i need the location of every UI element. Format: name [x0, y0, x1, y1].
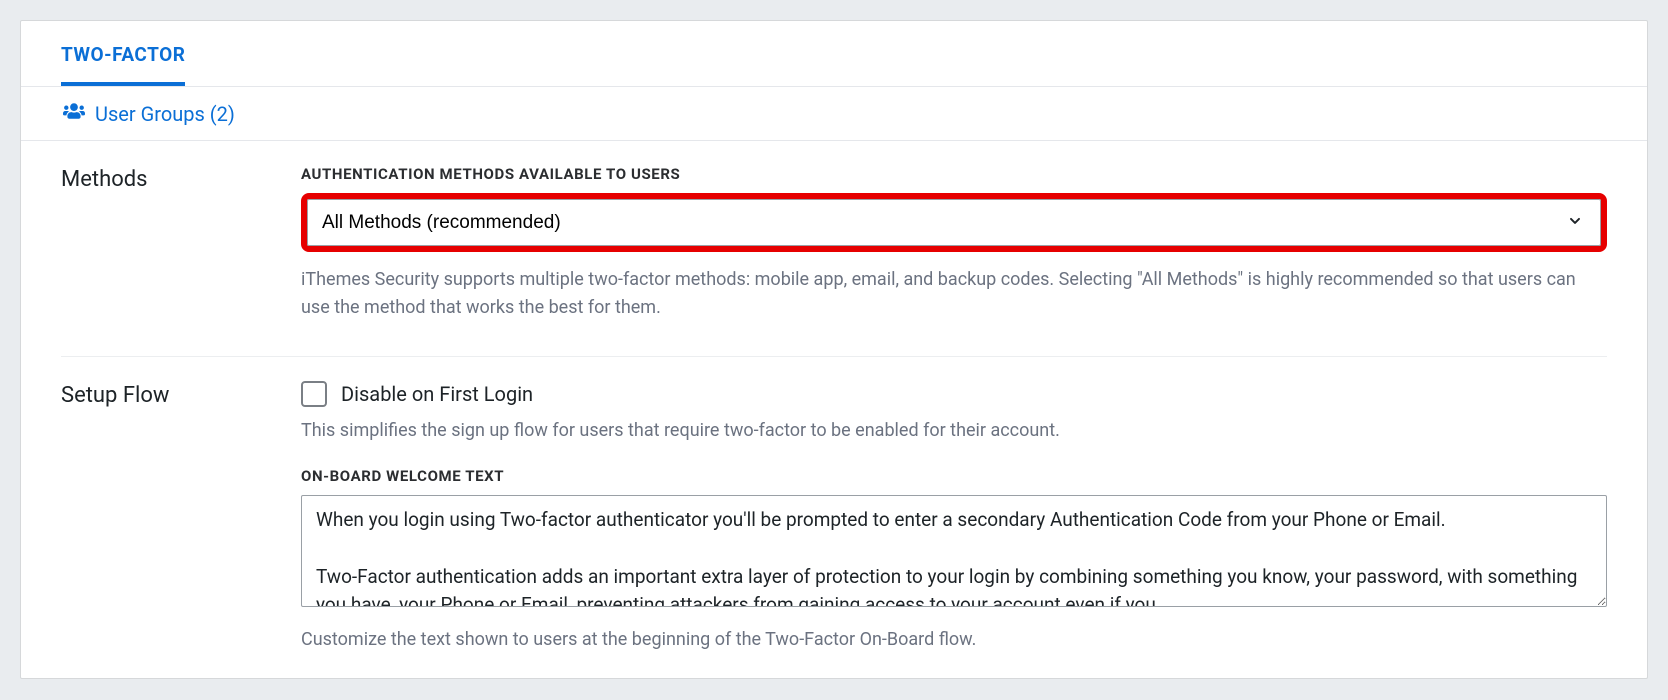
auth-methods-help: iThemes Security supports multiple two-f…: [301, 266, 1607, 322]
section-title-setup-flow: Setup Flow: [61, 381, 301, 654]
section-setup-flow: Setup Flow Disable on First Login This s…: [21, 357, 1647, 678]
settings-panel: Two-Factor User Groups (2) Methods Authe…: [20, 20, 1648, 679]
disable-first-login-label: Disable on First Login: [341, 382, 533, 406]
subnav-bar: User Groups (2): [21, 87, 1647, 141]
disable-first-login-checkbox[interactable]: [301, 381, 327, 407]
section-methods: Methods Authentication Methods Available…: [21, 141, 1647, 346]
tab-two-factor[interactable]: Two-Factor: [61, 21, 185, 86]
user-groups-link[interactable]: User Groups (2): [63, 101, 235, 126]
tab-bar: Two-Factor: [21, 21, 1647, 87]
onboard-welcome-title: On-Board Welcome Text: [301, 467, 1607, 485]
users-icon: [63, 101, 85, 126]
user-groups-label: User Groups (2): [95, 102, 235, 126]
auth-methods-select[interactable]: All Methods (recommended): [307, 199, 1601, 246]
section-title-methods: Methods: [61, 165, 301, 322]
disable-first-login-help: This simplifies the sign up flow for use…: [301, 417, 1607, 445]
onboard-welcome-textarea[interactable]: [301, 495, 1607, 607]
auth-methods-highlight: All Methods (recommended): [301, 193, 1607, 252]
auth-methods-field-title: Authentication Methods Available to User…: [301, 165, 1607, 183]
onboard-welcome-help: Customize the text shown to users at the…: [301, 626, 1607, 654]
